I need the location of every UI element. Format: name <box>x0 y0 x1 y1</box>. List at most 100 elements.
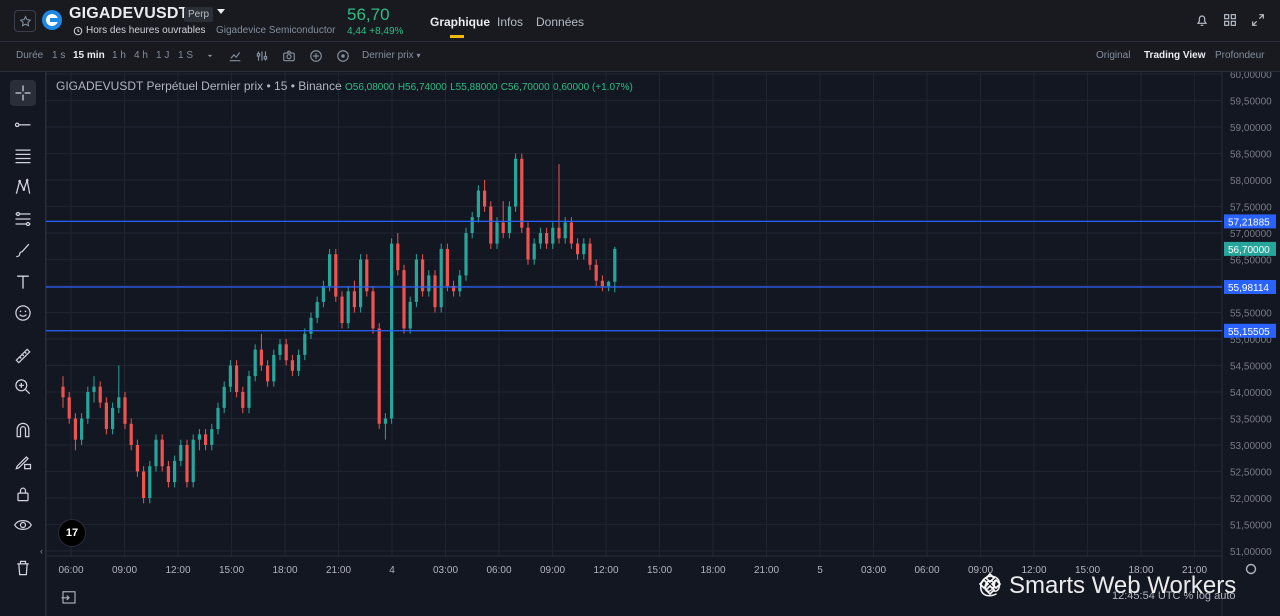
tradingview-logo[interactable]: 17 <box>58 519 86 547</box>
lock-icon[interactable] <box>10 481 36 507</box>
symbol-name[interactable]: GIGADEVUSDT <box>69 5 189 23</box>
interval-4h[interactable]: 4 h <box>134 50 148 61</box>
candle-up <box>383 418 387 424</box>
candle-down <box>576 243 580 255</box>
favorite-star-icon[interactable] <box>14 10 36 32</box>
crosshair-icon[interactable] <box>10 80 36 106</box>
candle-up <box>197 434 201 440</box>
view-original[interactable]: Original <box>1096 50 1130 61</box>
view-depth[interactable]: Profondeur <box>1215 50 1264 61</box>
emoji-icon[interactable] <box>10 300 36 326</box>
x-tick-label: 15:00 <box>647 565 672 576</box>
price-source-select[interactable]: Dernier prix ▾ <box>362 50 420 61</box>
candle-down <box>371 291 375 329</box>
candle-up <box>315 301 319 318</box>
add-icon[interactable] <box>309 49 323 63</box>
candle-up <box>86 392 90 419</box>
lock-draw-icon[interactable] <box>10 449 36 475</box>
candlestick-chart[interactable]: 60,00000 59,50000 59,00000 58,50000 58,00000… <box>46 72 1280 616</box>
brush-icon[interactable] <box>10 237 36 263</box>
candle-up <box>427 275 431 292</box>
camera-icon[interactable] <box>282 49 296 63</box>
watermark-text: @ Smarts Web Workers <box>978 572 1237 599</box>
collapse-icon[interactable]: ‹ <box>40 546 43 556</box>
fib-icon[interactable] <box>10 206 36 232</box>
y-tick-label: 53,00000 <box>1230 441 1272 452</box>
candle-up <box>439 248 443 308</box>
candle-up <box>191 439 195 483</box>
duration-label: Durée <box>16 50 44 61</box>
x-tick-label: 18:00 <box>272 565 297 576</box>
candle-down <box>489 206 493 244</box>
candle-up <box>303 333 307 355</box>
candle-up <box>476 190 480 218</box>
price-source-label: Dernier prix <box>362 50 414 61</box>
candle-down <box>104 402 108 430</box>
candle-down <box>600 280 604 286</box>
bell-icon[interactable] <box>1194 12 1210 28</box>
interval-dropdown-icon[interactable] <box>203 49 217 63</box>
coin-logo <box>42 10 62 30</box>
candle-down <box>594 264 598 281</box>
chart-toolbar: Durée 1 s 15 min 1 h 4 h 1 J 1 S Dernier… <box>0 42 1280 72</box>
interval-1s-week[interactable]: 1 S <box>178 50 193 61</box>
interval-15min[interactable]: 15 min <box>73 50 105 61</box>
candle-down <box>204 434 208 445</box>
grid-layout-icon[interactable] <box>1222 12 1238 28</box>
eye-icon[interactable] <box>10 512 36 538</box>
candle-up <box>253 349 257 377</box>
view-trading-view[interactable]: Trading View <box>1144 50 1206 61</box>
pattern-icon[interactable] <box>10 174 36 200</box>
date-range-icon[interactable] <box>60 588 78 606</box>
replay-icon[interactable] <box>336 49 350 63</box>
tab-donnees[interactable]: Données <box>536 15 584 29</box>
legend-title: GIGADEVUSDT Perpétuel Dernier prix • 15 … <box>56 79 342 93</box>
y-tick-label: 52,50000 <box>1230 468 1272 479</box>
text-icon[interactable] <box>10 269 36 295</box>
chart-legend: GIGADEVUSDT Perpétuel Dernier prix • 15 … <box>56 79 633 93</box>
x-tick-label: 12:00 <box>165 565 190 576</box>
y-tick-label: 55,50000 <box>1230 309 1272 320</box>
chart-settings-icon[interactable] <box>255 49 269 63</box>
symbol-dropdown-icon[interactable] <box>217 9 225 14</box>
tab-graphique[interactable]: Graphique <box>430 15 490 29</box>
candle-up <box>173 460 177 483</box>
x-tick-label: 09:00 <box>540 565 565 576</box>
magnet-icon[interactable] <box>10 417 36 443</box>
candle-down <box>483 190 487 207</box>
horizontal-lines-icon[interactable] <box>10 143 36 169</box>
candle-down <box>266 365 270 382</box>
candle-down <box>588 243 592 265</box>
chevron-down-icon: ▾ <box>416 51 421 60</box>
candle-down <box>259 349 263 366</box>
indicators-icon[interactable] <box>228 49 242 63</box>
candle-down <box>241 392 245 408</box>
interval-1s[interactable]: 1 s <box>52 50 65 61</box>
y-tick-label: 53,50000 <box>1230 415 1272 426</box>
candle-down <box>67 397 71 419</box>
candle-up <box>359 259 363 308</box>
interval-1j[interactable]: 1 J <box>156 50 169 61</box>
y-tick-label: 52,00000 <box>1230 494 1272 505</box>
candle-up <box>551 227 555 244</box>
candle-up <box>582 243 586 255</box>
y-tick-label: 59,50000 <box>1230 97 1272 108</box>
candle-down <box>340 296 344 324</box>
candle-up <box>414 259 418 302</box>
trash-icon[interactable] <box>10 555 36 581</box>
candle-up <box>495 222 499 244</box>
candle-up <box>346 291 350 324</box>
legend-close: C56,70000 <box>500 82 550 93</box>
price-chart[interactable]: 60,00000 59,50000 59,00000 58,50000 58,00000… <box>46 72 1280 616</box>
legend-low: L55,88000 <box>450 82 498 93</box>
ruler-icon[interactable] <box>10 343 36 369</box>
candle-down <box>520 158 524 228</box>
tab-infos[interactable]: Infos <box>497 15 523 29</box>
trend-line-icon[interactable] <box>10 111 36 137</box>
candle-down <box>334 254 338 297</box>
candle-up <box>210 429 214 445</box>
expand-icon[interactable] <box>1250 12 1266 28</box>
zoom-in-icon[interactable] <box>10 374 36 400</box>
x-tick-label: 21:00 <box>326 565 351 576</box>
interval-1h[interactable]: 1 h <box>112 50 126 61</box>
